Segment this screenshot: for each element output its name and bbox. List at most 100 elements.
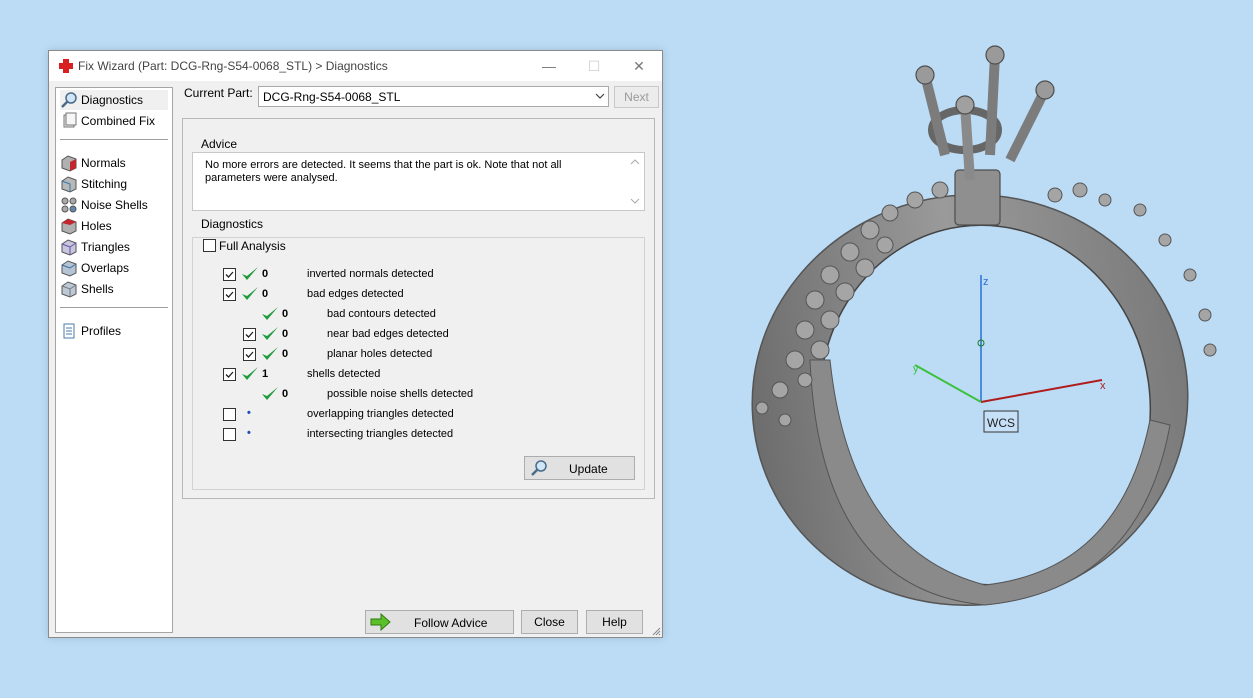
nav-item-diagnostics[interactable]: Diagnostics bbox=[60, 90, 168, 110]
chevron-down-icon bbox=[595, 93, 605, 99]
checkmark-icon bbox=[225, 291, 234, 298]
nav-item-normals[interactable]: Normals bbox=[60, 153, 168, 173]
update-label: Update bbox=[569, 462, 608, 476]
ok-check-icon bbox=[242, 267, 258, 280]
bad-edges-count: 0 bbox=[262, 288, 269, 300]
current-part-value: DCG-Rng-S54-0068_STL bbox=[263, 90, 401, 104]
follow-advice-label: Follow Advice bbox=[414, 616, 488, 630]
advice-box: No more errors are detected. It seems th… bbox=[192, 152, 645, 211]
checkmark-icon bbox=[245, 351, 254, 358]
resize-grip-icon[interactable] bbox=[651, 626, 661, 636]
wizard-nav: Diagnostics Combined Fix Normals Stitchi… bbox=[55, 87, 173, 633]
noise-shells-label: possible noise shells detected bbox=[327, 388, 474, 400]
nav-item-stitching[interactable]: Stitching bbox=[60, 174, 168, 194]
nav-label-overlaps: Overlaps bbox=[81, 261, 130, 275]
combined-fix-icon bbox=[63, 112, 77, 128]
advice-group-label: Advice bbox=[201, 137, 238, 151]
intersecting-triangles-checkbox[interactable] bbox=[223, 428, 236, 441]
current-part-label: Current Part: bbox=[184, 86, 253, 100]
window-title: Fix Wizard (Part: DCG-Rng-S54-0068_STL) … bbox=[78, 59, 388, 73]
nav-label-holes: Holes bbox=[81, 219, 112, 233]
stitching-icon bbox=[61, 176, 77, 193]
magnifier-icon bbox=[61, 92, 77, 108]
bad-edges-checkbox[interactable] bbox=[223, 288, 236, 301]
checkmark-icon bbox=[225, 371, 234, 378]
near-bad-edges-count: 0 bbox=[282, 328, 289, 340]
ok-check-icon bbox=[262, 387, 278, 400]
nav-label-shells: Shells bbox=[81, 282, 114, 296]
holes-icon bbox=[61, 218, 77, 235]
nav-label-noise-shells: Noise Shells bbox=[81, 198, 148, 212]
axis-z-label: z bbox=[983, 276, 989, 288]
advice-scrollbar[interactable] bbox=[628, 155, 642, 208]
nav-item-combined-fix[interactable]: Combined Fix bbox=[60, 111, 168, 131]
wcs-label: WCS bbox=[987, 416, 1015, 430]
next-button[interactable]: Next bbox=[614, 86, 659, 108]
triangles-icon bbox=[61, 239, 77, 256]
nav-label-normals: Normals bbox=[81, 156, 126, 170]
nav-divider bbox=[60, 307, 168, 308]
nav-label-diagnostics: Diagnostics bbox=[81, 93, 144, 107]
nav-label-profiles: Profiles bbox=[81, 324, 122, 338]
overlapping-triangles-status: • bbox=[247, 407, 251, 419]
noise-shells-count: 0 bbox=[282, 388, 289, 400]
nav-item-shells[interactable]: Shells bbox=[60, 279, 168, 299]
nav-item-holes[interactable]: Holes bbox=[60, 216, 168, 236]
ok-check-icon bbox=[242, 287, 258, 300]
profiles-icon bbox=[63, 323, 75, 339]
diagnostics-group-label: Diagnostics bbox=[201, 217, 264, 231]
planar-holes-count: 0 bbox=[282, 348, 289, 360]
nav-label-combined-fix: Combined Fix bbox=[81, 114, 156, 128]
checkmark-icon bbox=[225, 271, 234, 278]
follow-advice-button[interactable]: Follow Advice bbox=[365, 610, 514, 634]
inverted-normals-label: inverted normals detected bbox=[307, 268, 434, 280]
shells-checkbox[interactable] bbox=[223, 368, 236, 381]
axis-x-label: x bbox=[1100, 380, 1106, 392]
green-arrow-icon bbox=[370, 613, 391, 631]
close-button[interactable]: Close bbox=[521, 610, 578, 634]
maximize-button[interactable]: ☐ bbox=[574, 55, 614, 77]
nav-item-triangles[interactable]: Triangles bbox=[60, 237, 168, 257]
help-button[interactable]: Help bbox=[586, 610, 643, 634]
overlapping-triangles-checkbox[interactable] bbox=[223, 408, 236, 421]
nav-item-profiles[interactable]: Profiles bbox=[60, 321, 168, 341]
ok-check-icon bbox=[242, 367, 258, 380]
nav-label-triangles: Triangles bbox=[81, 240, 130, 254]
full-analysis-checkbox[interactable] bbox=[203, 239, 216, 252]
update-button[interactable]: Update bbox=[524, 456, 635, 480]
axis-y-label: y bbox=[913, 363, 919, 375]
model-viewport[interactable]: z y x WCS bbox=[700, 30, 1253, 670]
overlaps-icon bbox=[61, 260, 77, 277]
nav-item-noise-shells[interactable]: Noise Shells bbox=[60, 195, 168, 215]
shells-icon bbox=[61, 281, 77, 298]
planar-holes-checkbox[interactable] bbox=[243, 348, 256, 361]
ok-check-icon bbox=[262, 347, 278, 360]
planar-holes-label: planar holes detected bbox=[327, 348, 433, 360]
inverted-normals-count: 0 bbox=[262, 268, 269, 280]
fix-wizard-window: Fix Wizard (Part: DCG-Rng-S54-0068_STL) … bbox=[48, 50, 663, 638]
overlapping-triangles-label: overlapping triangles detected bbox=[307, 408, 454, 420]
noise-shells-icon bbox=[61, 197, 77, 213]
nav-divider bbox=[60, 139, 168, 140]
medical-cross-icon bbox=[59, 59, 73, 73]
bad-edges-label: bad edges detected bbox=[307, 288, 404, 300]
ok-check-icon bbox=[262, 327, 278, 340]
checkmark-icon bbox=[245, 331, 254, 338]
shells-label: shells detected bbox=[307, 368, 381, 380]
intersecting-triangles-status: • bbox=[247, 427, 251, 439]
title-bar[interactable]: Fix Wizard (Part: DCG-Rng-S54-0068_STL) … bbox=[49, 51, 662, 81]
current-part-select[interactable]: DCG-Rng-S54-0068_STL bbox=[258, 86, 609, 107]
advice-text: No more errors are detected. It seems th… bbox=[205, 159, 562, 184]
near-bad-edges-label: near bad edges detected bbox=[327, 328, 449, 340]
minimize-button[interactable]: — bbox=[529, 55, 569, 77]
magnifier-icon bbox=[531, 460, 547, 476]
close-window-button[interactable]: ✕ bbox=[619, 55, 659, 77]
bad-contours-count: 0 bbox=[282, 308, 289, 320]
near-bad-edges-checkbox[interactable] bbox=[243, 328, 256, 341]
nav-item-overlaps[interactable]: Overlaps bbox=[60, 258, 168, 278]
normals-icon bbox=[61, 155, 77, 172]
bad-contours-label: bad contours detected bbox=[327, 308, 436, 320]
inverted-normals-checkbox[interactable] bbox=[223, 268, 236, 281]
intersecting-triangles-label: intersecting triangles detected bbox=[307, 428, 454, 440]
full-analysis-label: Full Analysis bbox=[219, 239, 286, 253]
